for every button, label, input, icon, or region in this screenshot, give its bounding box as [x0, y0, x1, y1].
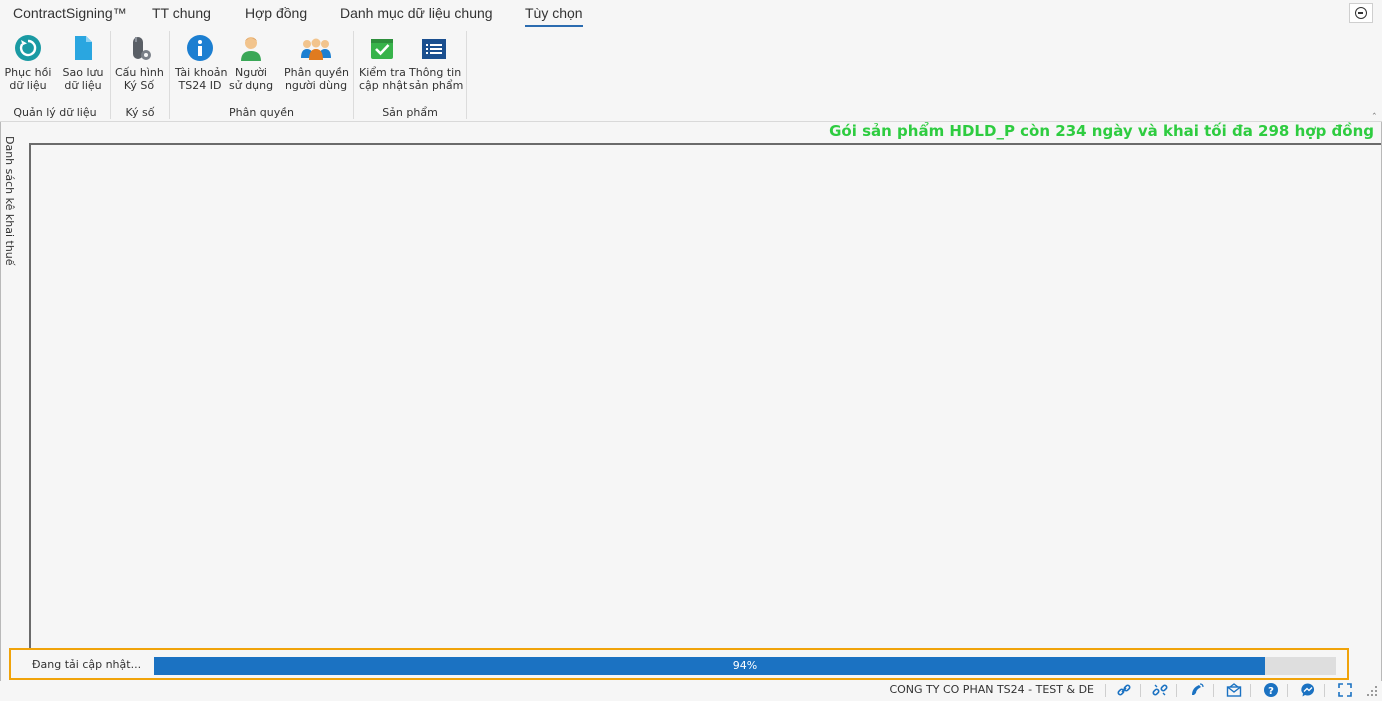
- fullscreen-icon[interactable]: [1337, 682, 1353, 698]
- group-label-data-management: Quản lý dữ liệu: [13, 106, 97, 119]
- user-group-icon: [299, 34, 333, 62]
- link-icon[interactable]: [1116, 682, 1132, 698]
- group-label-product: Sản phẩm: [382, 106, 438, 119]
- user-label-1: Người: [235, 66, 267, 79]
- status-separator: [1250, 684, 1251, 697]
- side-tab-label: Danh sách kê khai thuế: [3, 136, 16, 266]
- collapse-ribbon-icon[interactable]: ‸: [1373, 104, 1376, 115]
- status-separator: [1213, 684, 1214, 697]
- account-label-1: Tài khoản: [175, 66, 228, 79]
- minimize-ribbon-button[interactable]: [1349, 3, 1373, 23]
- restore-icon: [14, 34, 42, 62]
- backup-label-2: dữ liệu: [64, 79, 102, 92]
- status-separator: [1140, 684, 1141, 697]
- restore-label-2: dữ liệu: [9, 79, 47, 92]
- backup-label-1: Sao lưu: [62, 66, 104, 79]
- check-update-label-1: Kiểm tra: [359, 66, 406, 79]
- restore-label-1: Phục hồi: [4, 66, 52, 79]
- status-bar: CONG TY CO PHAN TS24 - TEST & DE ?: [0, 681, 1382, 701]
- ts24-account-button[interactable]: Tài khoản TS24 ID: [175, 28, 228, 92]
- status-separator: [1176, 684, 1177, 697]
- unlink-icon[interactable]: [1152, 682, 1168, 698]
- account-label-2: TS24 ID: [178, 79, 222, 92]
- tab-contract[interactable]: Hợp đồng: [245, 5, 307, 25]
- status-separator: [1105, 684, 1106, 697]
- user-label-2: sử dụng: [229, 79, 274, 92]
- phone-icon[interactable]: [1189, 682, 1205, 698]
- check-update-label-2: cập nhật: [359, 79, 408, 92]
- product-info-button[interactable]: Thông tin sản phẩm: [409, 28, 464, 92]
- resize-grip-icon[interactable]: [1366, 685, 1378, 701]
- main-content-area: [29, 143, 1381, 651]
- user-button[interactable]: Người sử dụng: [229, 28, 273, 92]
- permission-label-1: Phân quyền: [284, 66, 350, 79]
- tab-catalog[interactable]: Danh mục dữ liệu chung: [340, 5, 493, 25]
- restore-data-button[interactable]: Phục hồi dữ liệu: [4, 28, 52, 92]
- group-label-digital-sign: Ký số: [125, 106, 155, 119]
- group-separator: [466, 31, 467, 119]
- progress-percent: 94%: [732, 659, 758, 672]
- config-sign-label-2: Ký Số: [123, 79, 155, 92]
- product-info-label-2: sản phẩm: [409, 79, 464, 92]
- tab-options[interactable]: Tùy chọn: [525, 5, 583, 27]
- ribbon-tabbar: ContractSigning™ TT chung Hợp đồng Danh …: [0, 0, 1382, 28]
- user-icon: [237, 34, 265, 62]
- info-icon: [186, 34, 214, 62]
- tab-contractsigning[interactable]: ContractSigning™: [13, 5, 127, 25]
- svg-text:?: ?: [1268, 686, 1274, 697]
- usb-token-gear-icon: [125, 34, 153, 62]
- backup-data-button[interactable]: Sao lưu dữ liệu: [60, 28, 106, 92]
- status-separator: [1287, 684, 1288, 697]
- help-icon[interactable]: ?: [1263, 682, 1279, 698]
- update-progress-panel: Đang tải cập nhật... 94%: [9, 648, 1349, 680]
- progress-bar: 94%: [154, 657, 1336, 675]
- messenger-icon[interactable]: [1300, 682, 1316, 698]
- document-icon: [69, 34, 97, 62]
- user-permission-button[interactable]: Phân quyền người dùng: [284, 28, 350, 92]
- checkmark-box-icon: [368, 34, 396, 62]
- ribbon-panel: Phục hồi dữ liệu Sao lưu dữ liệu Cấu hìn…: [0, 28, 1382, 122]
- config-digital-sign-button[interactable]: Cấu hình Ký Số: [115, 28, 164, 92]
- check-update-button[interactable]: Kiểm tra cập nhật: [359, 28, 408, 92]
- config-sign-label-1: Cấu hình: [115, 66, 164, 79]
- group-label-permission: Phân quyền: [228, 106, 295, 119]
- mail-icon[interactable]: [1226, 682, 1242, 698]
- product-info-label-1: Thông tin: [409, 66, 462, 79]
- permission-label-2: người dùng: [284, 79, 348, 92]
- company-name: CONG TY CO PHAN TS24 - TEST & DE: [889, 683, 1094, 696]
- tab-general[interactable]: TT chung: [152, 5, 211, 25]
- side-tab-tax-list[interactable]: Danh sách kê khai thuế: [3, 136, 25, 266]
- progress-label: Đang tải cập nhật...: [32, 658, 142, 671]
- product-list-icon: [420, 34, 448, 62]
- minus-circle-icon: [1355, 7, 1367, 19]
- subscription-notice: Gói sản phẩm HDLD_P còn 234 ngày và khai…: [829, 122, 1374, 140]
- status-separator: [1324, 684, 1325, 697]
